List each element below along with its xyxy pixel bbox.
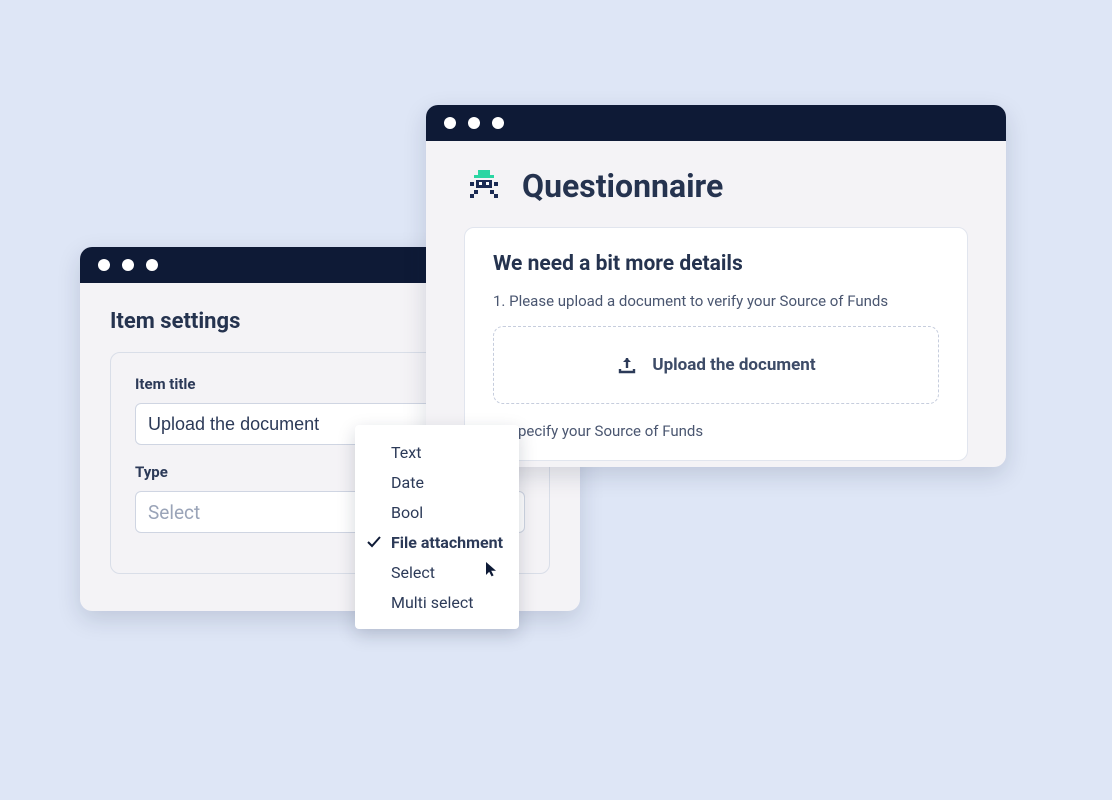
type-dropdown: Text Date Bool File attachment Select Mu… — [355, 425, 519, 629]
questionnaire-header: Questionnaire — [464, 167, 968, 205]
check-icon — [367, 536, 381, 548]
cursor-icon — [485, 561, 499, 577]
questionnaire-step-2: 2. Specify your Source of Funds — [493, 422, 939, 440]
window-titlebar — [426, 105, 1006, 141]
window-dot — [146, 259, 158, 271]
type-select-placeholder: Select — [148, 501, 200, 524]
type-option-file-attachment[interactable]: File attachment — [355, 527, 519, 557]
type-option-multi-select[interactable]: Multi select — [355, 587, 519, 617]
upload-dropzone[interactable]: Upload the document — [493, 326, 939, 404]
type-option-text[interactable]: Text — [355, 437, 519, 467]
questionnaire-step-1: 1. Please upload a document to verify yo… — [493, 292, 939, 310]
window-dot — [468, 117, 480, 129]
questionnaire-card: We need a bit more details 1. Please upl… — [464, 227, 968, 461]
window-dot — [98, 259, 110, 271]
type-option-date[interactable]: Date — [355, 467, 519, 497]
type-option-bool[interactable]: Bool — [355, 497, 519, 527]
questionnaire-body: Questionnaire We need a bit more details… — [426, 141, 1006, 461]
upload-icon — [616, 354, 638, 376]
window-dot — [444, 117, 456, 129]
brand-icon — [464, 168, 504, 204]
questionnaire-window: Questionnaire We need a bit more details… — [426, 105, 1006, 467]
questionnaire-subtitle: We need a bit more details — [493, 252, 939, 276]
window-dot — [492, 117, 504, 129]
questionnaire-title: Questionnaire — [522, 167, 723, 205]
upload-label: Upload the document — [652, 355, 815, 375]
window-dot — [122, 259, 134, 271]
